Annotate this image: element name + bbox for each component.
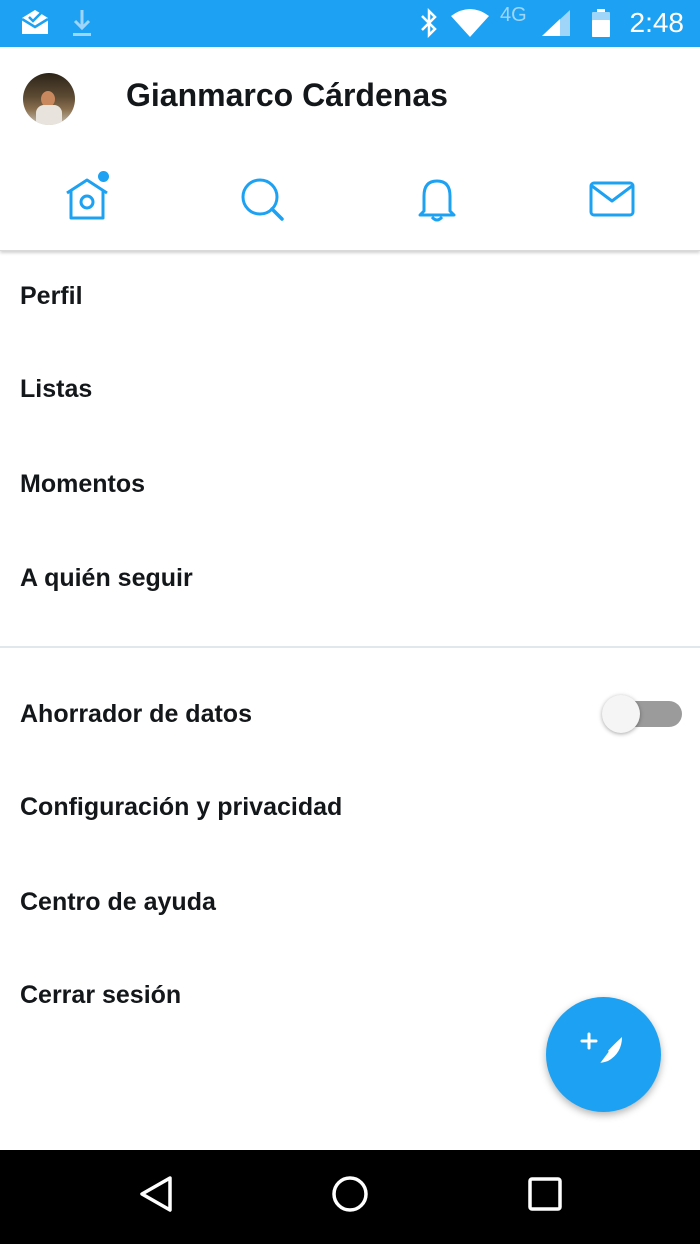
mail-check-icon	[20, 8, 50, 41]
status-time: 2:48	[629, 7, 685, 38]
recents-icon[interactable]	[527, 1174, 563, 1219]
wifi-icon	[450, 8, 490, 43]
search-icon[interactable]	[238, 175, 286, 223]
home-icon[interactable]	[63, 175, 111, 223]
menu-divider	[0, 646, 700, 648]
compose-tweet-button[interactable]	[546, 997, 661, 1112]
menu-item-a-quien-seguir[interactable]: A quién seguir	[20, 564, 193, 593]
network-type: 4G	[500, 4, 527, 26]
menu-item-cerrar-sesion[interactable]: Cerrar sesión	[20, 981, 181, 1010]
drawer-header: Gianmarco Cárdenas	[0, 47, 700, 251]
compose-tweet-icon	[580, 1032, 622, 1076]
menu-item-perfil[interactable]: Perfil	[20, 282, 83, 311]
data-saver-toggle-thumb[interactable]	[602, 695, 640, 733]
system-nav-bar	[0, 1150, 700, 1244]
menu-item-configuracion[interactable]: Configuración y privacidad	[20, 793, 342, 822]
user-name[interactable]: Gianmarco Cárdenas	[126, 77, 448, 114]
download-icon	[71, 8, 93, 43]
bell-icon[interactable]	[413, 175, 461, 223]
back-icon[interactable]	[138, 1174, 174, 1219]
notification-dot	[98, 171, 109, 182]
home-button-icon[interactable]	[330, 1174, 370, 1219]
menu-item-ahorrador-de-datos[interactable]: Ahorrador de datos	[20, 700, 252, 729]
menu-item-momentos[interactable]: Momentos	[20, 470, 145, 499]
menu-item-centro-de-ayuda[interactable]: Centro de ayuda	[20, 888, 216, 917]
menu-item-listas[interactable]: Listas	[20, 375, 92, 404]
avatar[interactable]	[23, 73, 75, 125]
mail-icon[interactable]	[588, 175, 636, 223]
battery-icon	[590, 8, 612, 43]
bluetooth-icon	[418, 7, 440, 43]
status-bar: 4G 2:48	[0, 0, 700, 47]
signal-icon	[540, 8, 572, 43]
